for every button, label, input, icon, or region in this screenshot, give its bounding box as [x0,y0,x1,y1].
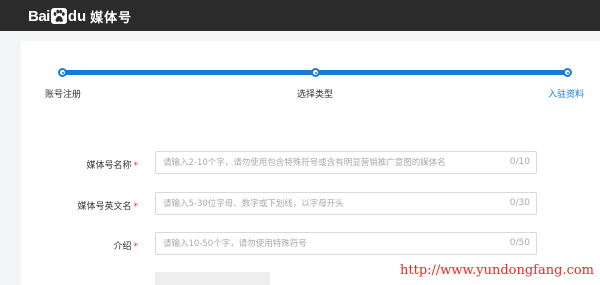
english-name-counter: 0/30 [509,198,530,208]
media-name-label-text: 媒体号名称 [86,161,132,171]
media-name-counter: 0/10 [509,157,530,167]
intro-label: 介绍 * [48,239,138,252]
english-name-label: 媒体号英文名 * [48,199,138,212]
logo-text-bai: Bai [28,7,50,25]
step-node-profile [563,68,572,77]
intro-label-text: 介绍 [113,242,132,252]
step-label-account: 账号注册 [45,90,82,100]
step-node-type [311,68,320,77]
english-name-input[interactable] [163,193,493,214]
top-bar: Bai du 媒体号 [0,0,600,31]
intro-input[interactable] [163,233,493,254]
english-name-label-text: 媒体号英文名 [77,202,132,212]
watermark: http://www.yundongfang.com [400,263,595,278]
logo-text-media: 媒体号 [90,10,133,26]
intro-counter: 0/50 [509,238,530,248]
media-name-label: 媒体号名称 * [48,158,138,171]
image-upload-area[interactable] [155,272,270,285]
paw-icon [50,8,67,24]
required-mark: * [133,242,139,252]
media-name-field[interactable]: 0/10 [155,151,537,174]
baidu-media-logo[interactable]: Bai du 媒体号 [28,6,132,26]
english-name-field[interactable]: 0/30 [155,192,537,215]
required-mark: * [133,202,139,212]
logo-text-du: du [67,7,87,25]
step-label-type: 选择类型 [297,90,334,100]
media-name-input[interactable] [163,152,493,173]
step-label-profile: 入驻资料 [548,90,585,100]
step-node-account [58,68,67,77]
intro-field[interactable]: 0/50 [155,232,537,255]
required-mark: * [133,161,139,171]
